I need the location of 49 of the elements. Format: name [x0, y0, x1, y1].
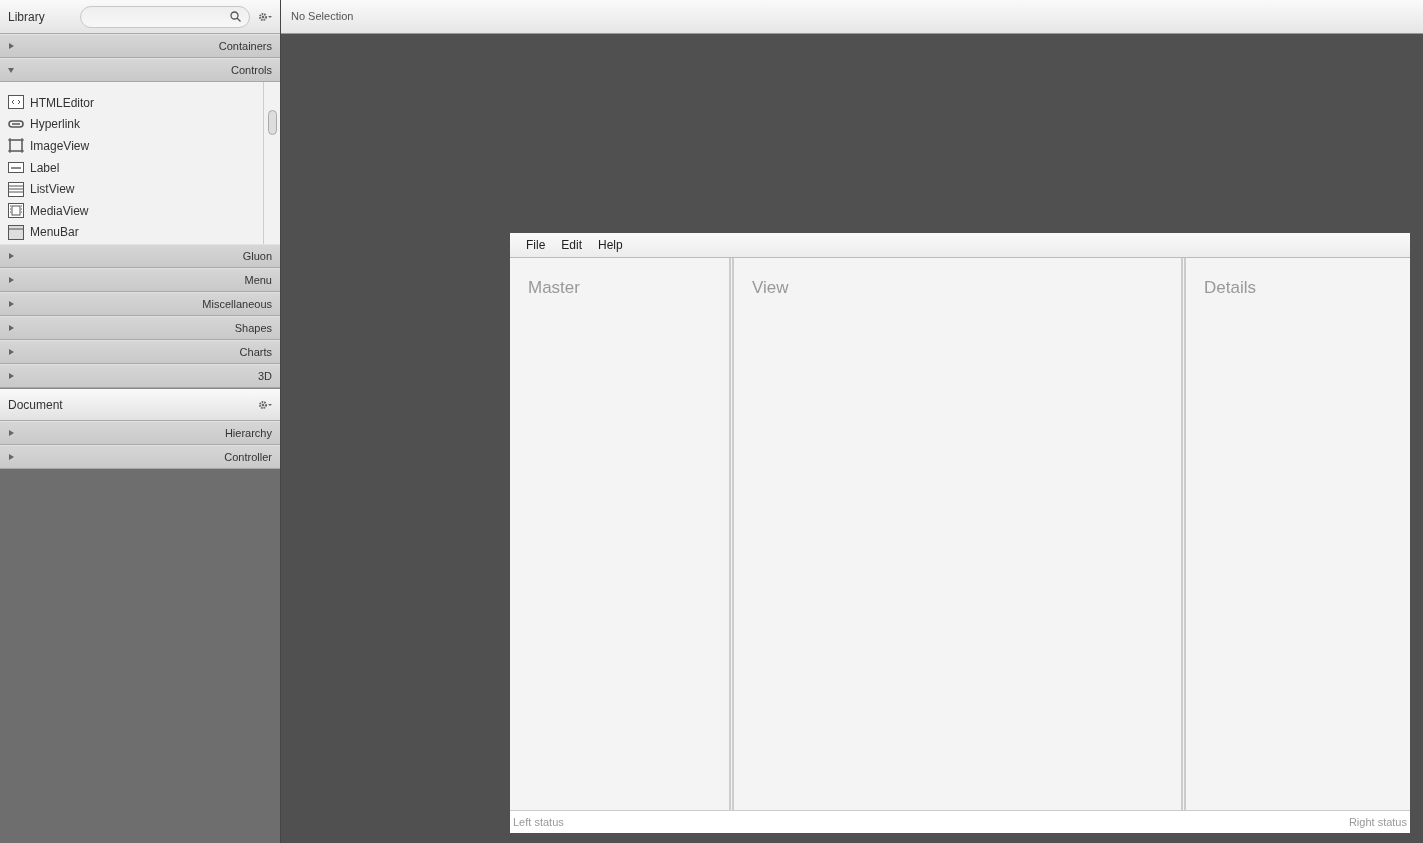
- accordion-header[interactable]: 3D: [0, 364, 280, 388]
- image-control-icon: [8, 138, 24, 154]
- caret-right-icon: [8, 277, 14, 283]
- html-control-icon: [8, 95, 24, 111]
- accordion-header[interactable]: Controls: [0, 58, 280, 82]
- menu-item[interactable]: Edit: [553, 236, 591, 254]
- caret-right-icon: [8, 325, 14, 331]
- accordion-header[interactable]: Containers: [0, 34, 280, 58]
- library-item[interactable]: MenuBar: [0, 221, 263, 244]
- media-control-icon: [8, 203, 24, 219]
- caret-right-icon: [8, 43, 14, 49]
- search-field[interactable]: [80, 5, 250, 28]
- accordion-header[interactable]: Gluon: [0, 244, 280, 268]
- library-item[interactable]: ListView: [0, 178, 263, 200]
- selection-label: No Selection: [291, 9, 354, 25]
- caret-right-icon: [8, 373, 14, 379]
- label-control-icon: [8, 160, 24, 176]
- caret-right-icon: [8, 454, 14, 460]
- caret-right-icon: [8, 253, 14, 259]
- panel-title: Library: [8, 8, 46, 26]
- library-item[interactable]: MediaView: [0, 199, 263, 222]
- pane-title: Master: [528, 277, 581, 299]
- panel-title: Document: [8, 396, 63, 414]
- library-item[interactable]: Hyperlink: [0, 113, 263, 136]
- caret-right-icon: [8, 430, 14, 436]
- accordion-header[interactable]: Shapes: [0, 316, 280, 340]
- menu-item[interactable]: File: [518, 236, 554, 254]
- menu-item[interactable]: Help: [590, 236, 631, 254]
- accordion-header[interactable]: Controller: [0, 445, 280, 469]
- accordion-header[interactable]: Miscellaneous: [0, 292, 280, 316]
- library-item[interactable]: Label: [0, 156, 263, 179]
- accordion-header[interactable]: Charts: [0, 340, 280, 364]
- caret-down-icon: [8, 67, 14, 73]
- scrollbar-thumb[interactable]: [267, 110, 277, 135]
- settings-icon[interactable]: [258, 399, 272, 410]
- caret-right-icon: [8, 301, 14, 307]
- settings-icon[interactable]: [258, 11, 272, 22]
- status-text: Right status: [1348, 814, 1407, 830]
- caret-right-icon: [8, 349, 14, 355]
- accordion-header[interactable]: Menu: [0, 268, 280, 292]
- status-text: Left status: [513, 814, 564, 830]
- menubar-control-icon: [8, 224, 24, 240]
- list-control-icon: [8, 181, 24, 197]
- search-icon: [230, 11, 241, 22]
- pane-title: Details: [1204, 277, 1257, 299]
- library-item[interactable]: ImageView: [0, 135, 263, 157]
- library-item[interactable]: HTMLEditor: [0, 92, 263, 114]
- pane-title: View: [752, 277, 790, 299]
- accordion-header[interactable]: Hierarchy: [0, 421, 280, 445]
